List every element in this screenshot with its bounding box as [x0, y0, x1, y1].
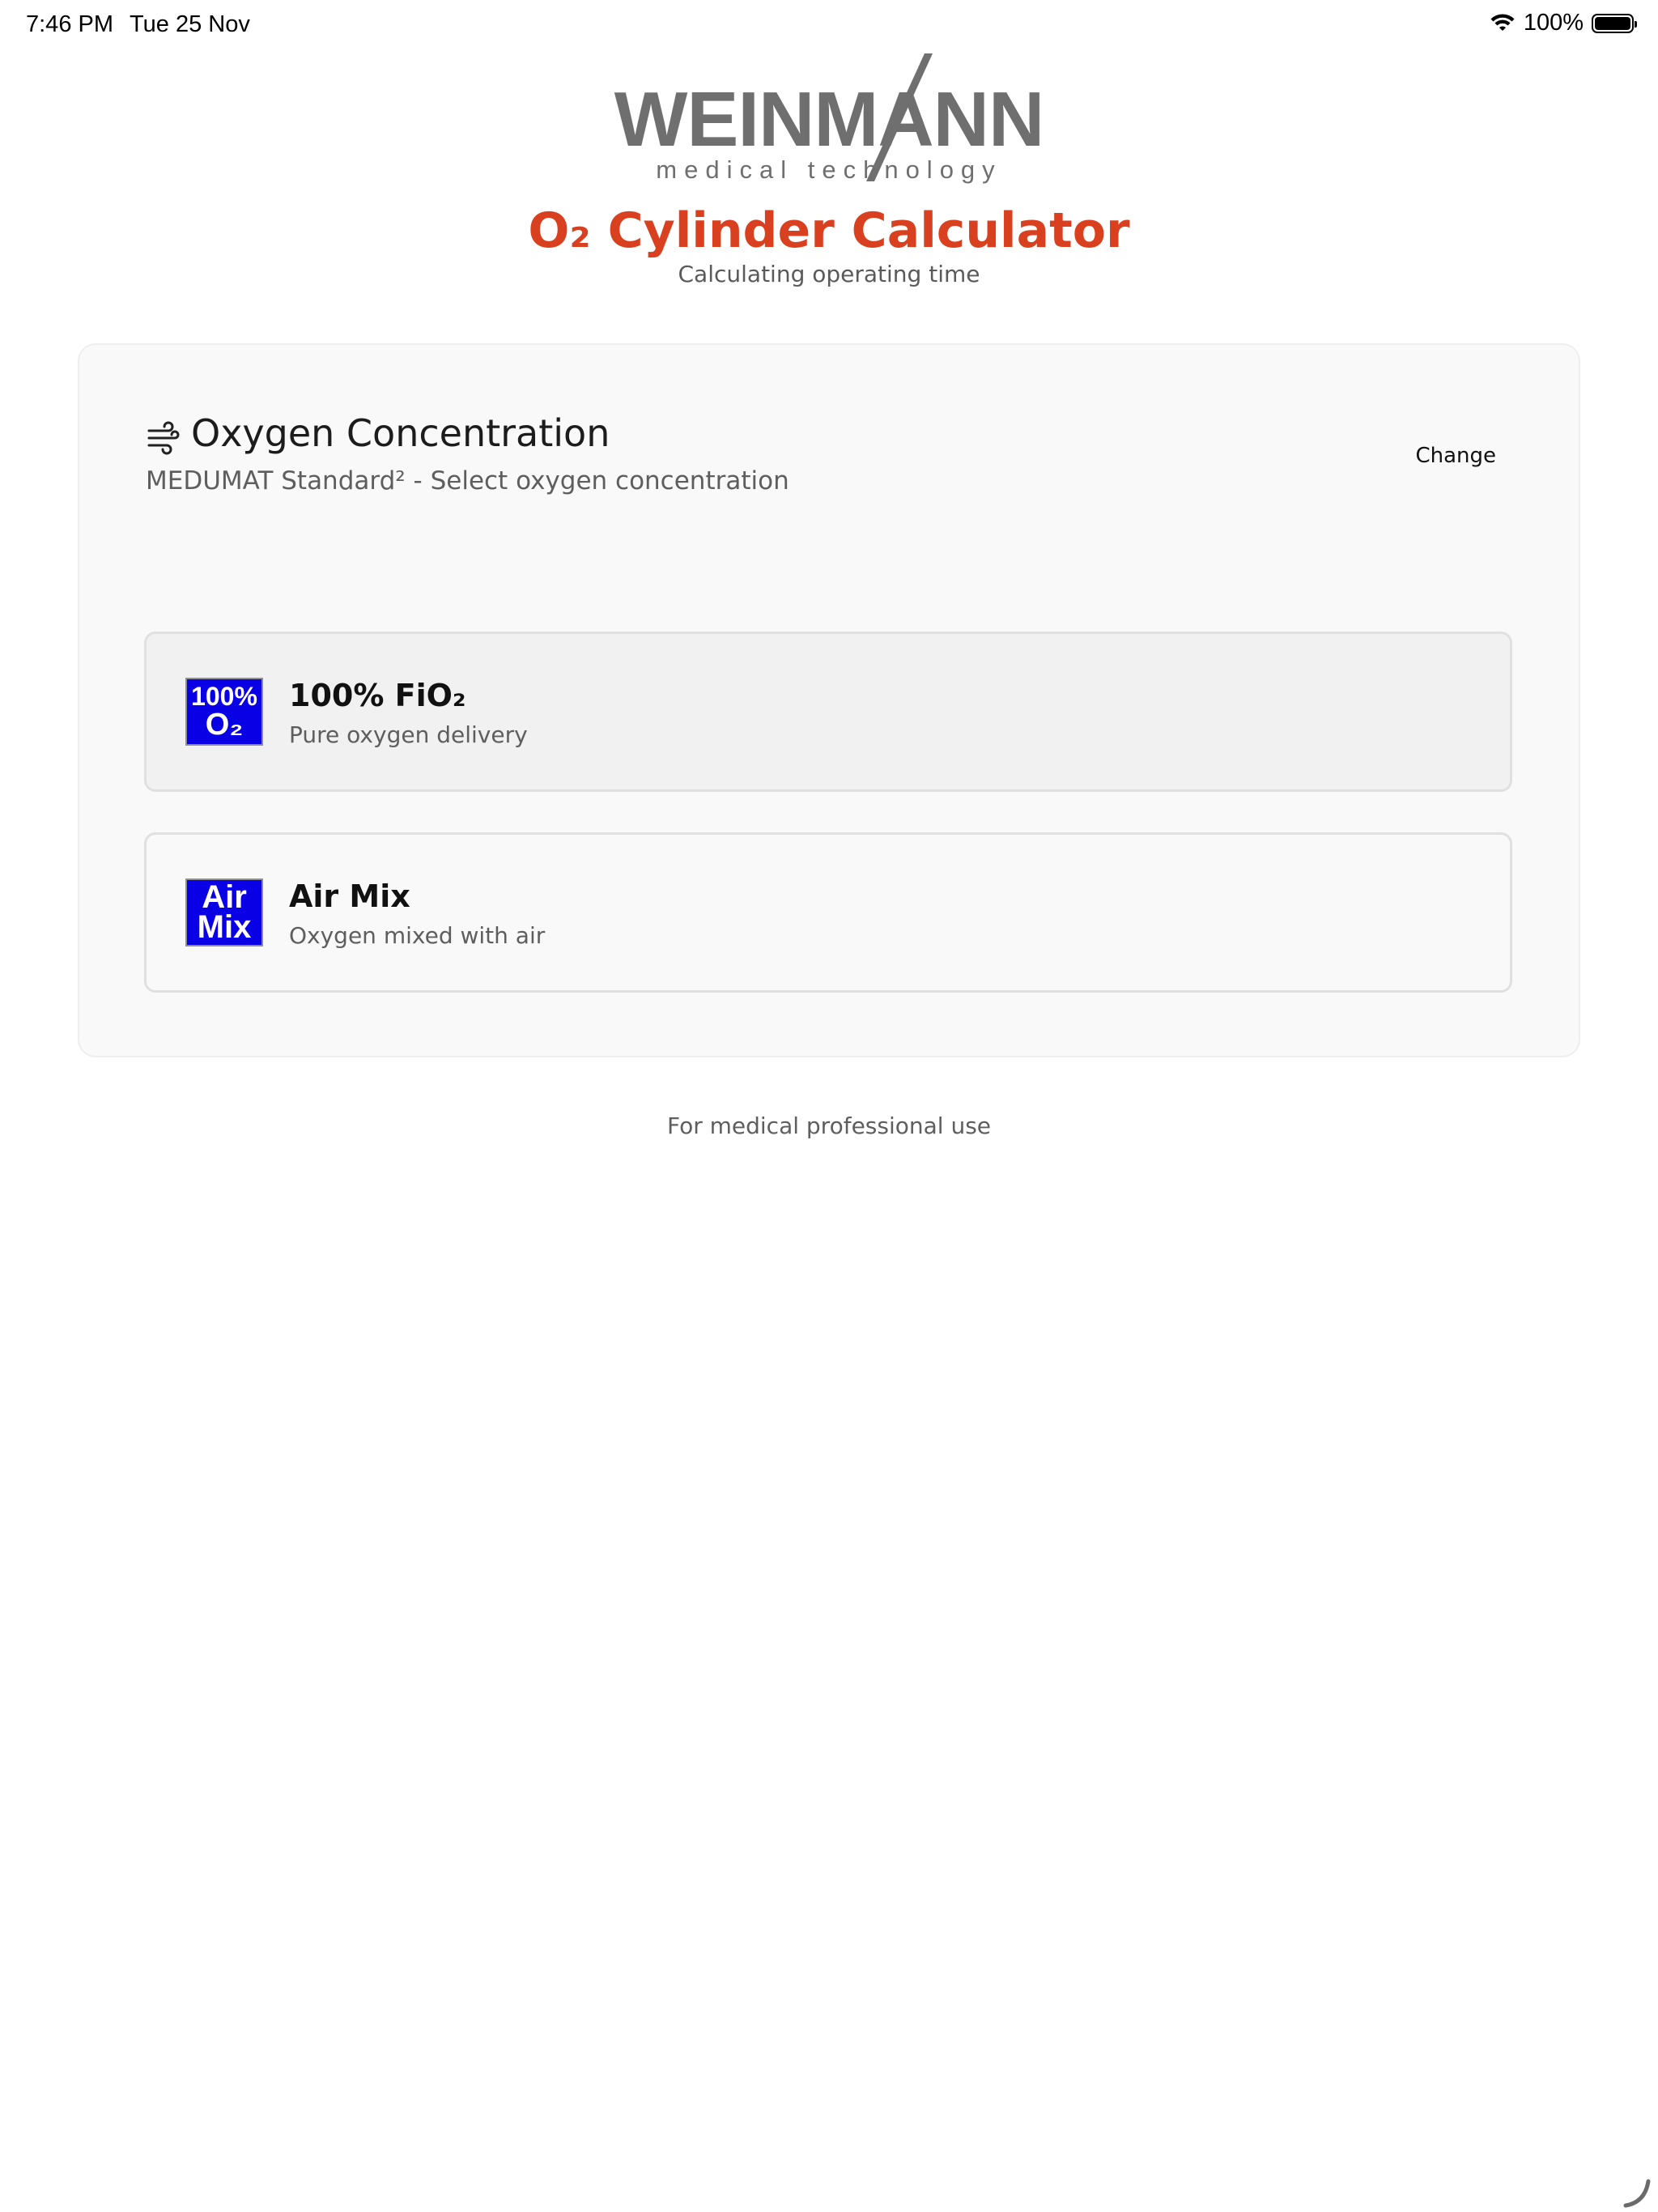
page-title: O₂ Cylinder Calculator [528, 202, 1130, 259]
icon-line1: Air [202, 879, 247, 916]
option-100-fio2[interactable]: 100% O₂ 100% FiO₂ Pure oxygen delivery [144, 632, 1512, 792]
status-date: Tue 25 Nov [130, 11, 250, 37]
change-button[interactable]: Change [1415, 444, 1496, 468]
battery-icon [1592, 13, 1637, 33]
status-bar: 7:46 PM Tue 25 Nov 100% [0, 0, 1658, 52]
logo-tagline: medical technology [656, 155, 1002, 184]
option-description: Oxygen mixed with air [289, 922, 546, 949]
weinmann-logo: WEINMANN medical technology [606, 49, 1052, 186]
option-air-mix[interactable]: Air Mix Air Mix Oxygen mixed with air [144, 832, 1512, 993]
option-title: Air Mix [289, 878, 410, 914]
status-time: 7:46 PM [26, 11, 113, 37]
icon-line1: 100% [191, 682, 257, 711]
option-title: 100% FiO₂ [289, 678, 466, 713]
air-mix-icon: Air Mix [185, 878, 263, 946]
icon-line2: Mix [197, 909, 252, 945]
section-title: Oxygen Concentration [191, 411, 610, 455]
o2-100-icon: 100% O₂ [185, 678, 263, 746]
oxygen-concentration-card: Oxygen Concentration MEDUMAT Standard² -… [78, 343, 1580, 1057]
logo-wordmark: WEINMANN [614, 76, 1045, 163]
option-description: Pure oxygen delivery [289, 721, 528, 748]
resize-handle-icon[interactable] [1621, 2176, 1653, 2209]
page-subtitle: Calculating operating time [678, 261, 980, 287]
wind-icon [147, 421, 180, 455]
battery-percent: 100% [1523, 10, 1584, 36]
section-subtitle: MEDUMAT Standard² - Select oxygen concen… [146, 466, 789, 496]
footer-note: For medical professional use [666, 1112, 992, 1139]
icon-line2: O₂ [205, 708, 244, 742]
wifi-icon [1490, 13, 1515, 31]
status-right: 100% [1490, 10, 1637, 36]
